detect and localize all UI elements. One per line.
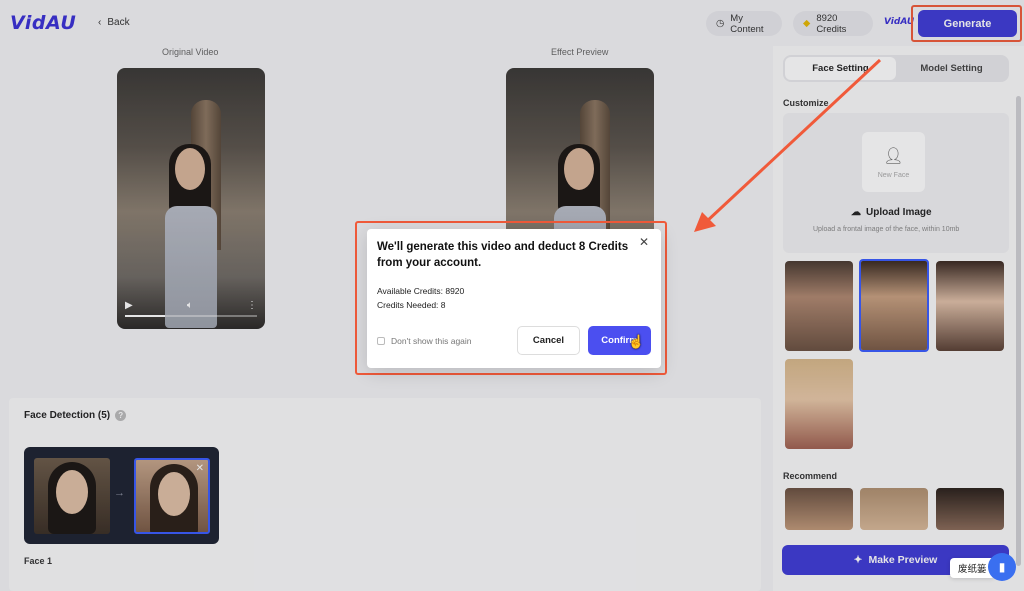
close-icon[interactable]: ✕ <box>639 235 649 249</box>
chat-icon[interactable]: ▮ <box>988 553 1016 581</box>
dialog-title: We'll generate this video and deduct 8 C… <box>377 241 629 269</box>
dont-show-checkbox[interactable] <box>377 337 385 345</box>
hand-cursor-icon: ☝ <box>628 334 645 349</box>
cancel-button[interactable]: Cancel <box>517 326 580 355</box>
confirm-dialog: We'll generate this video and deduct 8 C… <box>367 229 661 368</box>
available-credits: Available Credits: 8920 <box>377 286 465 296</box>
dont-show-label: Don't show this again <box>391 336 472 346</box>
dont-show-again[interactable]: Don't show this again <box>377 336 472 346</box>
credits-needed: Credits Needed: 8 <box>377 300 446 310</box>
